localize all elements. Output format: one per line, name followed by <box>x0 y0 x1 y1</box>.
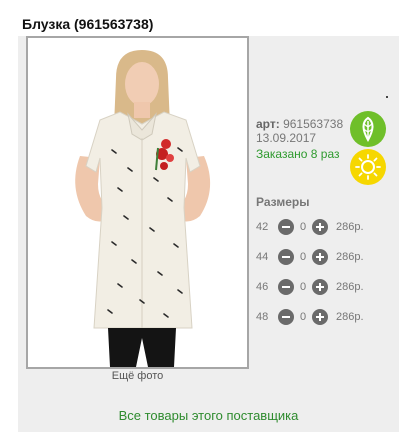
minus-icon <box>282 226 290 228</box>
minus-button[interactable] <box>278 249 294 265</box>
size-row: 48 0 286р. <box>256 307 364 327</box>
model-photo-image <box>28 38 247 367</box>
minus-button[interactable] <box>278 279 294 295</box>
minus-button[interactable] <box>278 309 294 325</box>
plus-button[interactable] <box>312 249 328 265</box>
supplier-products-link[interactable]: Все товары этого поставщика <box>18 408 399 423</box>
size-label: 42 <box>256 221 269 233</box>
size-label: 48 <box>256 311 269 323</box>
product-photo[interactable] <box>26 36 249 369</box>
minus-icon <box>282 286 290 288</box>
minus-icon <box>282 256 290 258</box>
quantity-value: 0 <box>299 281 307 293</box>
size-label: 46 <box>256 281 269 293</box>
product-title: Блузка (961563738) <box>22 16 154 32</box>
article-value: 961563738 <box>283 117 344 131</box>
sun-icon <box>350 149 386 185</box>
sizes-heading: Размеры <box>256 195 310 209</box>
size-price: 286р. <box>336 281 364 293</box>
plus-button[interactable] <box>312 219 328 235</box>
leaf-icon <box>350 111 386 147</box>
article-label: арт: <box>256 117 280 131</box>
plus-button[interactable] <box>312 279 328 295</box>
size-row: 46 0 286р. <box>256 277 364 297</box>
size-price: 286р. <box>336 221 364 233</box>
plus-button[interactable] <box>312 309 328 325</box>
minus-button[interactable] <box>278 219 294 235</box>
separator-dot <box>386 96 388 98</box>
minus-icon <box>282 316 290 318</box>
size-row: 42 0 286р. <box>256 217 364 237</box>
quantity-value: 0 <box>299 311 307 323</box>
size-label: 44 <box>256 251 269 263</box>
size-price: 286р. <box>336 251 364 263</box>
size-row: 44 0 286р. <box>256 247 364 267</box>
size-price: 286р. <box>336 311 364 323</box>
quantity-value: 0 <box>299 251 307 263</box>
product-card: Ещё фото арт: 961563738 13.09.2017 Заказ… <box>18 36 399 432</box>
more-photos-link[interactable]: Ещё фото <box>26 370 249 382</box>
quantity-value: 0 <box>299 221 307 233</box>
